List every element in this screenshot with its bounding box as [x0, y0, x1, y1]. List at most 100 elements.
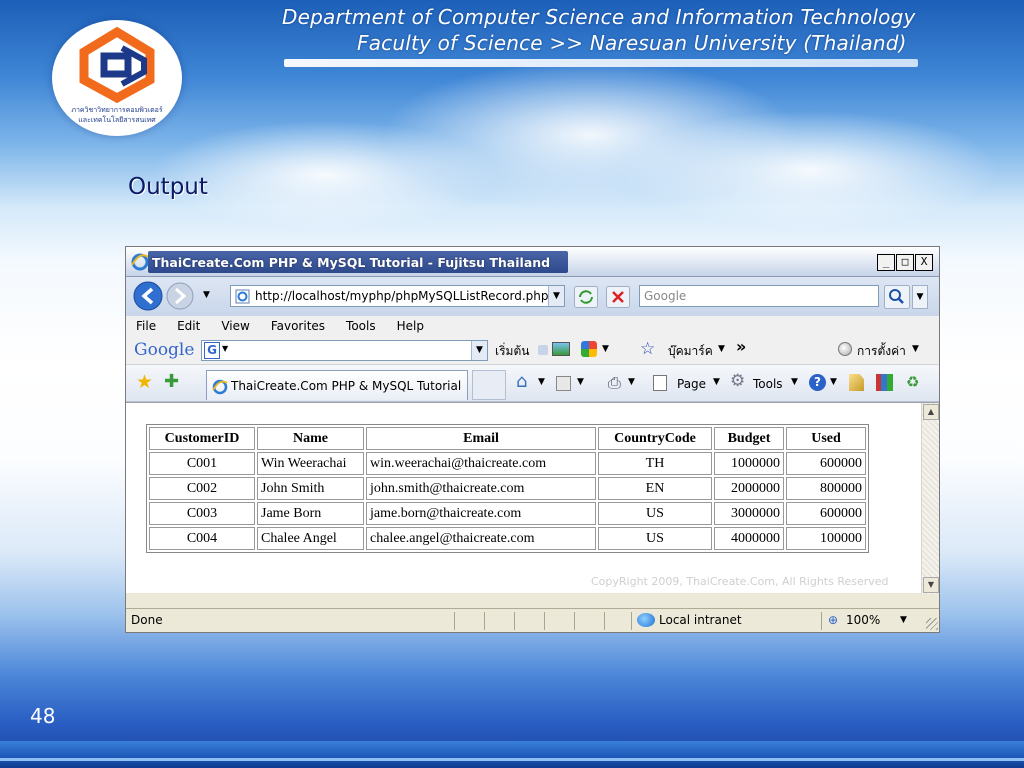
menu-edit[interactable]: Edit	[177, 316, 200, 336]
cell-budget: 3000000	[714, 502, 784, 525]
google-logo: Google	[134, 340, 195, 360]
menu-view[interactable]: View	[221, 316, 249, 336]
bookmarks-dropdown-icon[interactable]: ▼	[718, 344, 725, 354]
cell-email: chalee.angel@thaicreate.com	[366, 527, 596, 550]
header-department: Department of Computer Science and Infor…	[282, 5, 916, 29]
google-start-button[interactable]: เริ่มต้น	[495, 342, 529, 361]
menu-help[interactable]: Help	[397, 316, 424, 336]
google-search-input[interactable]: G ▼ ▼	[201, 340, 488, 361]
google-history-dropdown-icon[interactable]: ▼	[471, 341, 487, 360]
google-settings-button[interactable]: การตั้งค่า	[857, 342, 906, 361]
header-country-code: CountryCode	[598, 427, 712, 450]
cell-country-code: EN	[598, 477, 712, 500]
more-chevron-icon[interactable]: »	[736, 337, 746, 356]
table-header-row: CustomerID Name Email CountryCode Budget…	[149, 427, 866, 450]
ie-logo-icon	[131, 253, 149, 271]
cell-name: Chalee Angel	[257, 527, 364, 550]
settings-dropdown-icon[interactable]: ▼	[912, 344, 919, 354]
feeds-icon[interactable]	[556, 376, 571, 391]
settings-radio-icon[interactable]	[838, 342, 852, 356]
tools-menu-button[interactable]: Tools	[753, 377, 783, 391]
scroll-up-icon[interactable]: ▲	[923, 404, 939, 420]
browser-window: ThaiCreate.Com PHP & MySQL Tutorial - Fu…	[125, 246, 940, 633]
tab-ie-icon	[212, 379, 228, 395]
address-url: http://localhost/myphp/phpMySQLListRecor…	[255, 289, 549, 303]
page-icon	[235, 289, 250, 304]
google-g-icon: G	[204, 342, 220, 359]
minimize-button[interactable]: _	[877, 254, 895, 271]
tools-dropdown-icon[interactable]: ▼	[791, 377, 798, 387]
image-search-icon[interactable]	[552, 342, 570, 356]
help-dropdown-icon[interactable]: ▼	[830, 377, 837, 387]
google-bookmarks-button[interactable]: บุ๊คมาร์ค	[668, 342, 713, 361]
search-input[interactable]: Google	[639, 285, 879, 307]
messenger-icon[interactable]	[876, 374, 893, 391]
page-number: 48	[30, 704, 56, 728]
status-divider	[514, 612, 515, 630]
add-favorites-icon[interactable]: ✚	[164, 371, 179, 392]
menu-favorites[interactable]: Favorites	[271, 316, 325, 336]
address-dropdown-icon[interactable]: ▼	[548, 286, 564, 306]
zoom-dropdown-icon[interactable]: ▼	[900, 609, 907, 631]
address-field[interactable]: http://localhost/myphp/phpMySQLListRecor…	[230, 285, 565, 307]
cell-country-code: US	[598, 502, 712, 525]
cell-used: 100000	[786, 527, 866, 550]
vertical-scrollbar[interactable]: ▲ ▼	[921, 403, 939, 594]
search-icon[interactable]	[884, 285, 910, 309]
google-g-dropdown-icon[interactable]: ▼	[222, 344, 228, 353]
help-icon[interactable]: ?	[809, 374, 826, 391]
table-row: C001 Win Weerachai win.weerachai@thaicre…	[149, 452, 866, 475]
google-apps-dropdown-icon[interactable]: ▼	[602, 344, 609, 354]
maximize-button[interactable]: □	[896, 254, 914, 271]
menu-bar: File Edit View Favorites Tools Help	[126, 316, 939, 336]
title-bar[interactable]: ThaiCreate.Com PHP & MySQL Tutorial - Fu…	[126, 247, 939, 277]
page-dropdown-icon[interactable]: ▼	[713, 377, 720, 387]
page-menu-button[interactable]: Page	[677, 377, 706, 391]
menu-tools[interactable]: Tools	[346, 316, 376, 336]
close-button[interactable]: X	[915, 254, 933, 271]
tools-gear-icon[interactable]: ⚙	[730, 371, 745, 391]
status-bar: Done Local intranet ⊕ 100% ▼	[126, 608, 939, 632]
history-dropdown-icon[interactable]: ▼	[203, 290, 210, 300]
header-faculty: Faculty of Science >> Naresuan Universit…	[357, 31, 907, 55]
print-icon[interactable]: ⎙	[608, 373, 621, 393]
header-name: Name	[257, 427, 364, 450]
cell-budget: 2000000	[714, 477, 784, 500]
address-toolbar: ▼ http://localhost/myphp/phpMySQLListRec…	[126, 277, 939, 316]
home-icon[interactable]: ⌂	[516, 371, 527, 392]
home-dropdown-icon[interactable]: ▼	[538, 377, 545, 387]
tab-title: ThaiCreate.Com PHP & MySQL Tutorial	[231, 379, 462, 393]
zoom-magnifier-icon[interactable]: ⊕	[828, 613, 838, 627]
tab-current[interactable]: ThaiCreate.Com PHP & MySQL Tutorial	[206, 370, 468, 400]
research-icon[interactable]	[849, 374, 864, 391]
table-row: C004 Chalee Angel chalee.angel@thaicreat…	[149, 527, 866, 550]
back-button-icon[interactable]	[133, 281, 163, 311]
feeds-dropdown-icon[interactable]: ▼	[577, 377, 584, 387]
status-text: Done	[131, 613, 163, 627]
bookmark-star-icon[interactable]: ☆	[640, 339, 655, 359]
favorites-star-icon[interactable]: ★	[136, 371, 153, 393]
cell-customer-id: C002	[149, 477, 255, 500]
toolbar-separator-icon	[538, 345, 548, 355]
stop-icon[interactable]	[606, 286, 630, 308]
new-tab-button[interactable]	[472, 370, 506, 400]
customer-table: CustomerID Name Email CountryCode Budget…	[146, 424, 869, 553]
page-menu-icon[interactable]	[653, 375, 667, 391]
print-dropdown-icon[interactable]: ▼	[628, 377, 635, 387]
refresh-icon[interactable]	[574, 286, 598, 308]
google-apps-icon[interactable]	[581, 341, 597, 357]
table-row: C002 John Smith john.smith@thaicreate.co…	[149, 477, 866, 500]
intranet-zone-icon	[637, 613, 655, 627]
cell-customer-id: C001	[149, 452, 255, 475]
tab-toolbar: ★ ✚ ThaiCreate.Com PHP & MySQL Tutorial …	[126, 365, 939, 402]
zone-label: Local intranet	[659, 613, 742, 627]
resize-grip-icon[interactable]	[926, 618, 938, 630]
zoom-level[interactable]: 100%	[846, 609, 880, 631]
copyright-watermark: CopyRight 2009, ThaiCreate.Com, All Righ…	[591, 575, 889, 588]
menu-file[interactable]: File	[136, 316, 156, 336]
scroll-down-icon[interactable]: ▼	[923, 577, 939, 593]
search-options-dropdown-icon[interactable]: ▼	[912, 285, 928, 309]
addon-icon[interactable]: ♻	[906, 373, 919, 391]
forward-button-icon[interactable]	[166, 282, 194, 310]
status-divider	[631, 612, 632, 630]
